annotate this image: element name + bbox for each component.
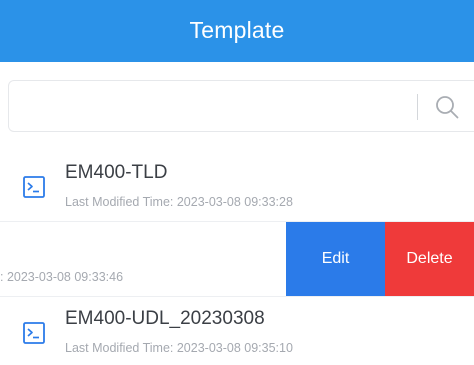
search-input[interactable] <box>21 91 405 123</box>
template-name: EM400-TLD <box>65 162 168 183</box>
terminal-file-icon <box>23 322 45 344</box>
list-item-swiped[interactable]: : 2023-03-08 09:33:46 Edit Delete <box>0 222 474 296</box>
delete-button[interactable]: Delete <box>385 222 474 296</box>
list-item[interactable]: EM400-UDL_20230308 Last Modified Time: 2… <box>0 296 474 365</box>
template-name: EM400-UDL_20230308 <box>65 308 265 329</box>
modified-time: Last Modified Time: 2023-03-08 09:33:28 <box>65 195 293 209</box>
search-icon[interactable] <box>433 93 461 121</box>
search-divider <box>417 94 418 120</box>
list-item[interactable]: EM400-TLD Last Modified Time: 2023-03-08… <box>0 150 474 220</box>
header-bar: Template <box>0 0 474 62</box>
page-title: Template <box>189 16 285 43</box>
modified-time: Last Modified Time: 2023-03-08 09:35:10 <box>65 341 293 355</box>
edit-button[interactable]: Edit <box>286 222 385 296</box>
template-screen: Template EM400-TLD Last Modified Time: 2… <box>0 0 474 365</box>
terminal-file-icon <box>23 176 45 198</box>
search-box[interactable] <box>8 80 474 132</box>
modified-time: : 2023-03-08 09:33:46 <box>0 270 124 284</box>
